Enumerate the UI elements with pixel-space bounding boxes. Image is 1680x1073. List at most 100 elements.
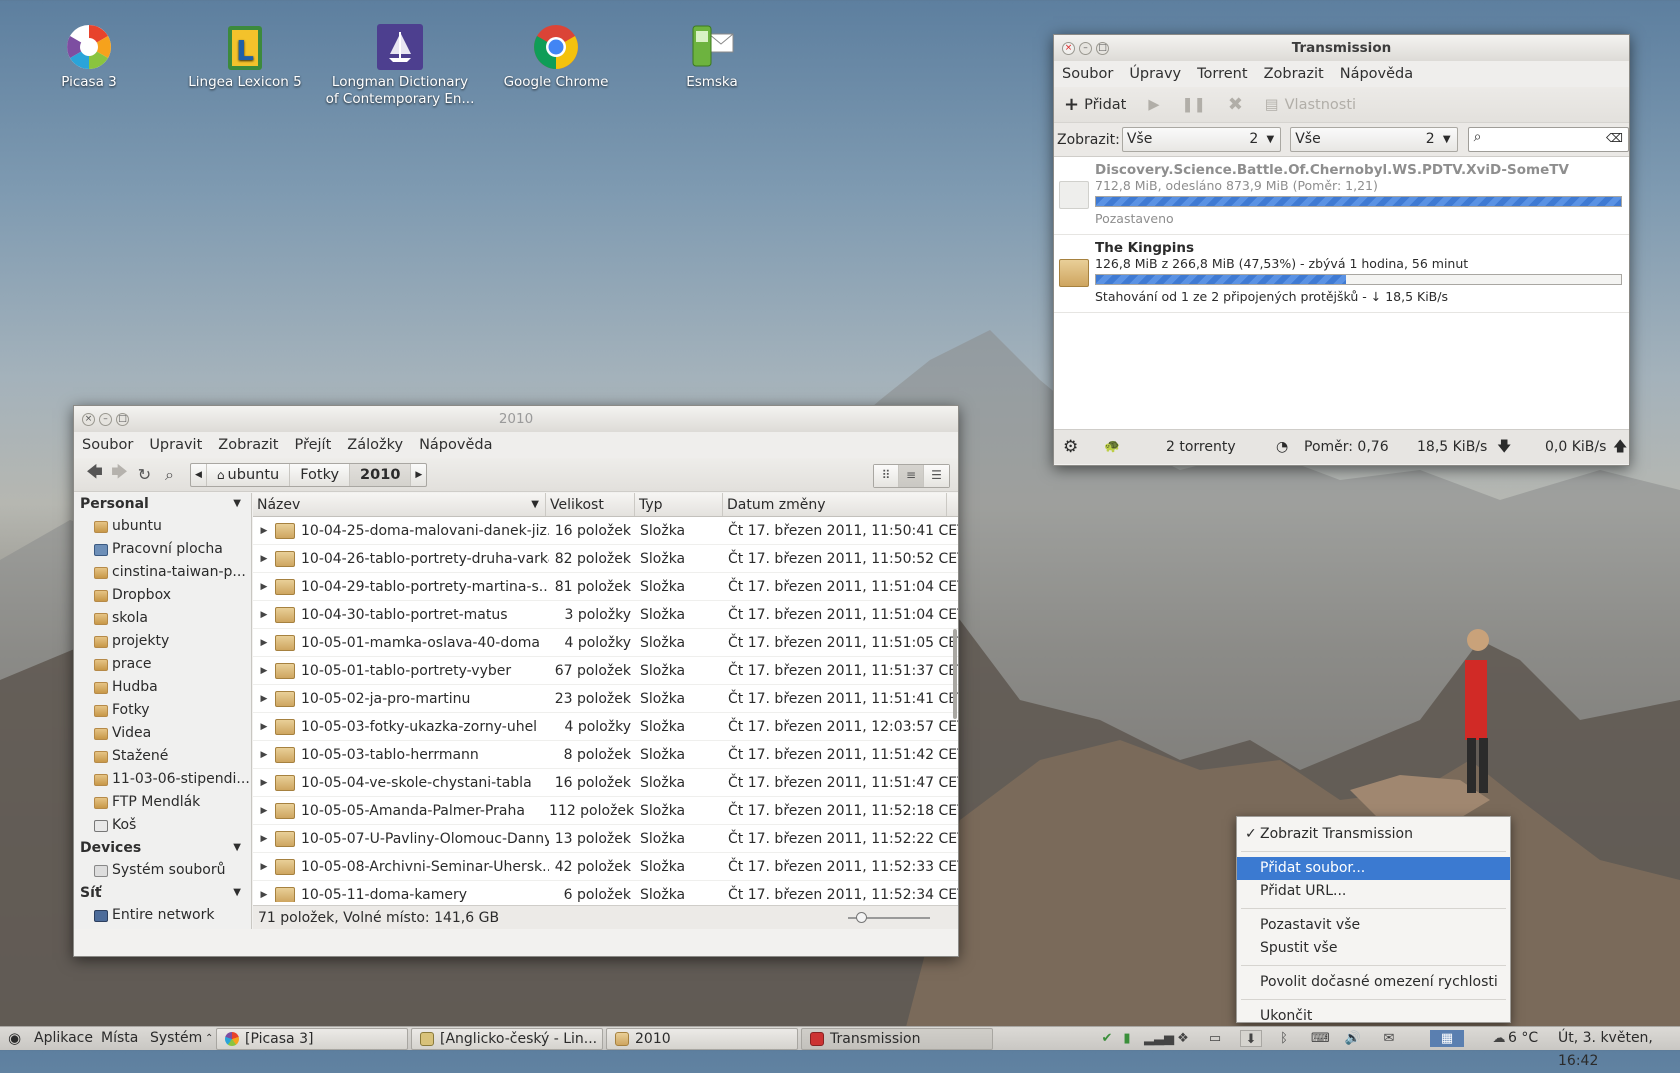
menu-places[interactable]: Místa (101, 1027, 138, 1050)
sidebar-header-network[interactable]: Síť ▼ (74, 882, 251, 904)
sidebar-item[interactable]: prace (74, 653, 251, 676)
menu-system[interactable]: Systém (150, 1027, 202, 1050)
expander-icon[interactable]: ▶ (253, 862, 275, 872)
menu-torrent[interactable]: Torrent (1197, 66, 1247, 82)
keyboard-icon[interactable]: ⌨ (1311, 1030, 1330, 1047)
menu-upravit[interactable]: Upravit (149, 437, 202, 453)
desktop-icon-picasa[interactable]: Picasa 3 (14, 22, 164, 91)
menu-napoveda[interactable]: Nápověda (1340, 66, 1413, 82)
minimize-icon[interactable]: – (1079, 42, 1092, 55)
minimize-icon[interactable]: – (99, 413, 112, 426)
close-icon[interactable]: × (1062, 42, 1075, 55)
menu-zobrazit[interactable]: Zobrazit (218, 437, 278, 453)
expander-icon[interactable]: ▶ (253, 890, 275, 900)
expander-icon[interactable]: ▶ (253, 554, 275, 564)
menu-napoveda[interactable]: Nápověda (419, 437, 492, 453)
sidebar-item[interactable]: Stažené (74, 745, 251, 768)
table-row[interactable]: ▶ 10-04-29-tablo-portrety-martina-s... 81 … (253, 573, 958, 601)
gear-icon[interactable]: ⚙ (1063, 430, 1078, 464)
menu-soubor[interactable]: Soubor (1062, 66, 1113, 82)
sidebar-item[interactable]: skola (74, 607, 251, 630)
task-picasa[interactable]: [Picasa 3] (216, 1028, 408, 1050)
table-row[interactable]: ▶ 10-05-11-doma-kamery 6 položek Složka Čt 1… (253, 881, 958, 902)
forward-icon[interactable]: 🡆 (107, 461, 132, 488)
task-transmission[interactable]: Transmission (801, 1028, 993, 1050)
breadcrumb-fotky[interactable]: Fotky (290, 463, 351, 486)
remove-button[interactable]: ✖ (1228, 94, 1243, 115)
menu-item-start-all[interactable]: Spustit vše (1237, 937, 1510, 960)
menu-zalozky[interactable]: Záložky (347, 437, 403, 453)
sidebar-item[interactable]: 11-03-06-stipendi... (74, 768, 251, 791)
table-row[interactable]: ▶ 10-04-26-tablo-portrety-druha-varka 82 p… (253, 545, 958, 573)
volume-icon[interactable]: 🔊 (1344, 1030, 1362, 1047)
pause-button[interactable]: ❚❚ (1182, 97, 1206, 113)
table-row[interactable]: ▶ 10-05-01-tablo-portrety-vyber 67 položek… (253, 657, 958, 685)
table-row[interactable]: ▶ 10-05-02-ja-pro-martinu 23 položek Složka… (253, 685, 958, 713)
search-input[interactable]: ⌕ ⌫ (1467, 127, 1629, 152)
scrollbar[interactable] (950, 517, 958, 902)
zoom-knob[interactable] (856, 912, 867, 923)
clear-icon[interactable]: ⌫ (1606, 131, 1623, 145)
menu-item-add-url[interactable]: Přidat URL... (1237, 880, 1510, 903)
expander-icon[interactable]: ▶ (253, 806, 275, 816)
maximize-icon[interactable]: □ (1096, 42, 1109, 55)
breadcrumb-home[interactable]: ⌂ ubuntu (207, 463, 291, 486)
search-icon[interactable]: ⌕ (157, 465, 182, 485)
menu-item-pause-all[interactable]: Pozastavit vše (1237, 914, 1510, 937)
icon-view-icon[interactable]: ⠿ (874, 465, 899, 487)
torrent-row[interactable]: Discovery.Science.Battle.Of.Chernobyl.WS… (1054, 157, 1629, 235)
dropbox-icon[interactable]: ❖ (1174, 1030, 1192, 1047)
maximize-icon[interactable]: □ (116, 413, 129, 426)
menu-item-add-file[interactable]: Přidat soubor... (1237, 857, 1510, 880)
list-view-icon[interactable]: ≡ (899, 465, 924, 487)
signal-icon[interactable]: ▂▃▅ (1144, 1030, 1174, 1047)
titlebar[interactable]: × – □ Transmission (1054, 35, 1629, 61)
table-row[interactable]: ▶ 10-05-03-tablo-herrmann 8 položek Složka Č… (253, 741, 958, 769)
table-row[interactable]: ▶ 10-04-25-doma-malovani-danek-jiz... 16 p… (253, 517, 958, 545)
table-row[interactable]: ▶ 10-05-07-U-Pavliny-Olomouc-Danny 13 polo… (253, 825, 958, 853)
column-size[interactable]: Velikost (546, 493, 635, 516)
titlebar[interactable]: × – □ 2010 (74, 406, 958, 432)
breadcrumb-current[interactable]: 2010 (350, 463, 412, 486)
bluetooth-icon[interactable]: ᛒ (1275, 1030, 1293, 1047)
sidebar-item[interactable]: Fotky (74, 699, 251, 722)
expander-icon[interactable]: ▶ (253, 638, 275, 648)
torrent-list[interactable]: Discovery.Science.Battle.Of.Chernobyl.WS… (1054, 157, 1629, 430)
desktop-icon-esmska[interactable]: Esmska (637, 22, 787, 91)
sidebar-item[interactable]: Pracovní plocha (74, 538, 251, 561)
desktop-icon-chrome[interactable]: Google Chrome (481, 22, 631, 91)
sidebar-header-personal[interactable]: Personal ▼ (74, 493, 251, 515)
menu-soubor[interactable]: Soubor (82, 437, 133, 453)
expander-icon[interactable]: ▶ (253, 778, 275, 788)
column-date[interactable]: Datum změny (723, 493, 947, 516)
sidebar-item[interactable]: cinstina-taiwan-p... (74, 561, 251, 584)
sidebar-item[interactable]: Dropbox (74, 584, 251, 607)
table-row[interactable]: ▶ 10-05-03-fotky-ukazka-zorny-uhel 4 polož… (253, 713, 958, 741)
tracker-filter-combo[interactable]: Vše 2 ▼ (1290, 127, 1458, 152)
sidebar-item[interactable]: ubuntu (74, 515, 251, 538)
table-row[interactable]: ▶ 10-05-05-Amanda-Palmer-Praha 112 položek… (253, 797, 958, 825)
scrollbar-thumb[interactable] (953, 629, 957, 719)
menu-upravy[interactable]: Úpravy (1129, 66, 1181, 82)
expander-icon[interactable]: ▶ (253, 526, 275, 536)
turtle-icon[interactable]: 🐢 (1104, 430, 1120, 464)
expander-icon[interactable]: ▶ (253, 666, 275, 676)
start-button[interactable]: ▶ (1148, 97, 1159, 113)
expander-icon[interactable]: ▶ (253, 722, 275, 732)
clock[interactable]: Út, 3. květen, 16:42 (1558, 1027, 1680, 1069)
expander-icon[interactable]: ▶ (253, 750, 275, 760)
file-manager-window[interactable]: × – □ 2010 Soubor Upravit Zobrazit Přejí… (73, 405, 959, 957)
workspace-switcher-icon[interactable]: ▦ (1430, 1030, 1464, 1047)
sidebar-item[interactable]: Videa (74, 722, 251, 745)
sidebar-item[interactable]: projekty (74, 630, 251, 653)
desktop-icon-lingea[interactable]: L Lingea Lexicon 5 (170, 22, 320, 91)
sidebar-item[interactable]: Systém souborů (74, 859, 251, 882)
menu-applications[interactable]: Aplikace (34, 1027, 93, 1050)
transmission-tray-icon[interactable]: ⬇ (1240, 1030, 1262, 1047)
column-name[interactable]: Název ▼ (253, 493, 546, 516)
table-row[interactable]: ▶ 10-05-01-mamka-oslava-40-doma 4 položky S… (253, 629, 958, 657)
table-row[interactable]: ▶ 10-05-04-ve-skole-chystani-tabla 16 polo… (253, 769, 958, 797)
menu-prejit[interactable]: Přejít (294, 437, 331, 453)
expander-icon[interactable]: ▶ (253, 834, 275, 844)
menu-item-quit[interactable]: Ukončit (1237, 1005, 1510, 1028)
